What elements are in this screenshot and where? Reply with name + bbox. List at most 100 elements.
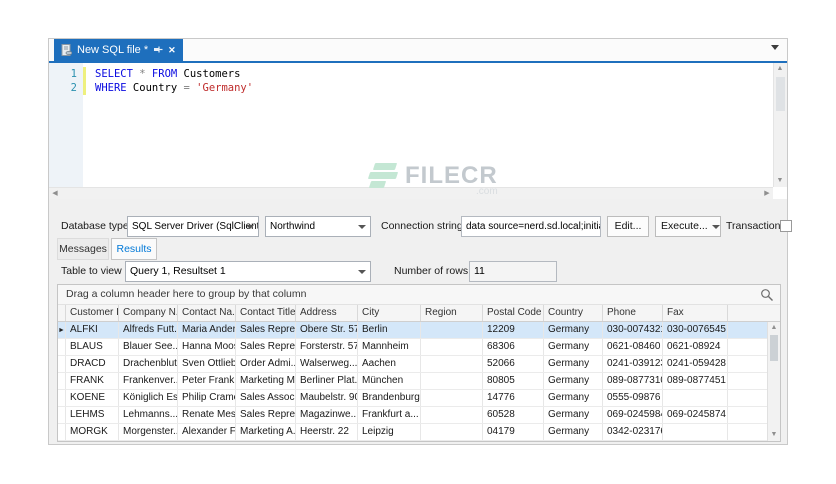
modified-line-bar	[83, 67, 86, 81]
tab-title: New SQL file *	[77, 44, 149, 56]
column-header[interactable]: Country	[544, 305, 603, 321]
connection-string-input[interactable]: data source=nerd.sd.local;initial catal	[461, 216, 601, 237]
code-line: 1 SELECT * FROM Customers	[49, 67, 773, 81]
transaction-checkbox[interactable]	[780, 220, 792, 232]
cell	[421, 339, 483, 355]
column-header[interactable]: Contact Na...	[178, 305, 236, 321]
scrollbar-thumb[interactable]	[776, 77, 785, 111]
cell: 069-0245984	[603, 407, 663, 423]
code-text: WHERE Country = 'Germany'	[95, 82, 254, 94]
cell: Marketing M...	[236, 373, 296, 389]
editor-vertical-scrollbar[interactable]: ▲ ▼	[773, 63, 787, 187]
driver-select-value: SQL Server Driver (SqlClient)	[132, 221, 259, 232]
cell: Berliner Plat...	[296, 373, 358, 389]
cell: Sales Repre...	[236, 407, 296, 423]
line-number: 1	[70, 68, 77, 80]
grid-vertical-scrollbar[interactable]: ▲ ▼	[767, 322, 780, 441]
cell: Alfreds Futt...	[119, 322, 178, 338]
cell-filler	[728, 339, 767, 355]
cell: MORGK	[66, 424, 119, 440]
cell: Frankfurt a...	[358, 407, 421, 423]
tab-new-sql-file[interactable]: New SQL file * ✕	[54, 39, 183, 61]
column-header[interactable]: Address	[296, 305, 358, 321]
cell	[421, 373, 483, 389]
group-by-hint: Drag a column header here to group by th…	[66, 288, 307, 300]
close-icon[interactable]: ✕	[168, 45, 176, 56]
scroll-left-icon[interactable]: ◀	[49, 188, 61, 200]
table-row[interactable]: BLAUSBlauer See...Hanna MoosSales Repre.…	[58, 339, 767, 356]
column-header[interactable]: Contact Title	[236, 305, 296, 321]
cell: 0241-059428	[663, 356, 728, 372]
cell: Philip Cramer	[178, 390, 236, 406]
scroll-down-icon[interactable]: ▼	[774, 175, 786, 187]
cell: Germany	[544, 390, 603, 406]
group-by-bar[interactable]: Drag a column header here to group by th…	[58, 285, 780, 305]
cell: 030-0074321	[603, 322, 663, 338]
execute-button[interactable]: Execute...	[655, 216, 721, 237]
resultset-select[interactable]: Query 1, Resultset 1	[125, 261, 371, 282]
cell	[421, 356, 483, 372]
row-indicator	[58, 424, 66, 440]
tab-results[interactable]: Results	[111, 238, 157, 260]
row-indicator	[58, 356, 66, 372]
cell: Lehmanns...	[119, 407, 178, 423]
column-header[interactable]: Region	[421, 305, 483, 321]
scroll-down-icon[interactable]: ▼	[768, 429, 780, 441]
column-header[interactable]: Customer ID	[66, 305, 119, 321]
table-row[interactable]: KOENEKöniglich Es...Philip CramerSales A…	[58, 390, 767, 407]
cell: Obere Str. 57	[296, 322, 358, 338]
cell: Germany	[544, 339, 603, 355]
pin-icon[interactable]	[153, 45, 163, 56]
cell: Sales Repre...	[236, 322, 296, 338]
tab-list-dropdown-icon[interactable]	[771, 45, 779, 50]
cell: Heerstr. 22	[296, 424, 358, 440]
edit-button[interactable]: Edit...	[607, 216, 649, 237]
column-header[interactable]: Fax	[663, 305, 728, 321]
search-icon[interactable]	[760, 288, 774, 302]
cell: 60528	[483, 407, 544, 423]
cell: 0621-08924	[663, 339, 728, 355]
cell: Forsterstr. 57	[296, 339, 358, 355]
driver-select[interactable]: SQL Server Driver (SqlClient)	[127, 216, 259, 237]
document-tabstrip: New SQL file * ✕	[49, 39, 787, 61]
table-row[interactable]: DRACDDrachenblut...Sven OttliebOrder Adm…	[58, 356, 767, 373]
cell: Germany	[544, 424, 603, 440]
code-line: 2 WHERE Country = 'Germany'	[49, 81, 773, 95]
grid-header-row: Customer IDCompany N...Contact Na...Cont…	[58, 305, 780, 322]
app-window: New SQL file * ✕ 1 SELECT * FROM Customer…	[48, 38, 792, 445]
cell: Drachenblut...	[119, 356, 178, 372]
column-header[interactable]: Company N...	[119, 305, 178, 321]
cell: 0342-023176	[603, 424, 663, 440]
database-select[interactable]: Northwind	[265, 216, 371, 237]
cell: Peter Frank...	[178, 373, 236, 389]
editor-horizontal-scrollbar[interactable]: ◀ ▶	[49, 187, 773, 199]
cell: Brandenburg	[358, 390, 421, 406]
scroll-right-icon[interactable]: ▶	[761, 188, 773, 200]
cell	[421, 424, 483, 440]
table-row[interactable]: ► ALFKI Alfreds Futt... Maria Anders Sales R…	[58, 322, 767, 339]
cell-filler	[728, 356, 767, 372]
cell: Leipzig	[358, 424, 421, 440]
cell: 069-0245874	[663, 407, 728, 423]
cell: München	[358, 373, 421, 389]
results-grid: Drag a column header here to group by th…	[57, 284, 781, 442]
column-header[interactable]: Phone	[603, 305, 663, 321]
resultset-select-value: Query 1, Resultset 1	[130, 265, 226, 277]
cell: Blauer See...	[119, 339, 178, 355]
column-header[interactable]: City	[358, 305, 421, 321]
database-type-label: Database type	[61, 220, 129, 232]
table-row[interactable]: FRANKFrankenver...Peter Frank...Marketin…	[58, 373, 767, 390]
table-row[interactable]: LEHMSLehmanns...Renate Mes...Sales Repre…	[58, 407, 767, 424]
cell: 030-0076545	[663, 322, 728, 338]
cell	[421, 407, 483, 423]
scroll-up-icon[interactable]: ▲	[768, 322, 780, 334]
table-row[interactable]: MORGKMorgenster...Alexander F...Marketin…	[58, 424, 767, 441]
scrollbar-thumb[interactable]	[770, 335, 778, 361]
execute-button-label: Execute...	[661, 220, 708, 232]
tab-messages[interactable]: Messages	[57, 238, 109, 260]
column-header[interactable]: Postal Code	[483, 305, 544, 321]
cell: Germany	[544, 356, 603, 372]
sql-editor[interactable]: 1 SELECT * FROM Customers 2 WHERE Country =…	[49, 61, 787, 199]
scroll-up-icon[interactable]: ▲	[774, 63, 786, 75]
cell: Königlich Es...	[119, 390, 178, 406]
